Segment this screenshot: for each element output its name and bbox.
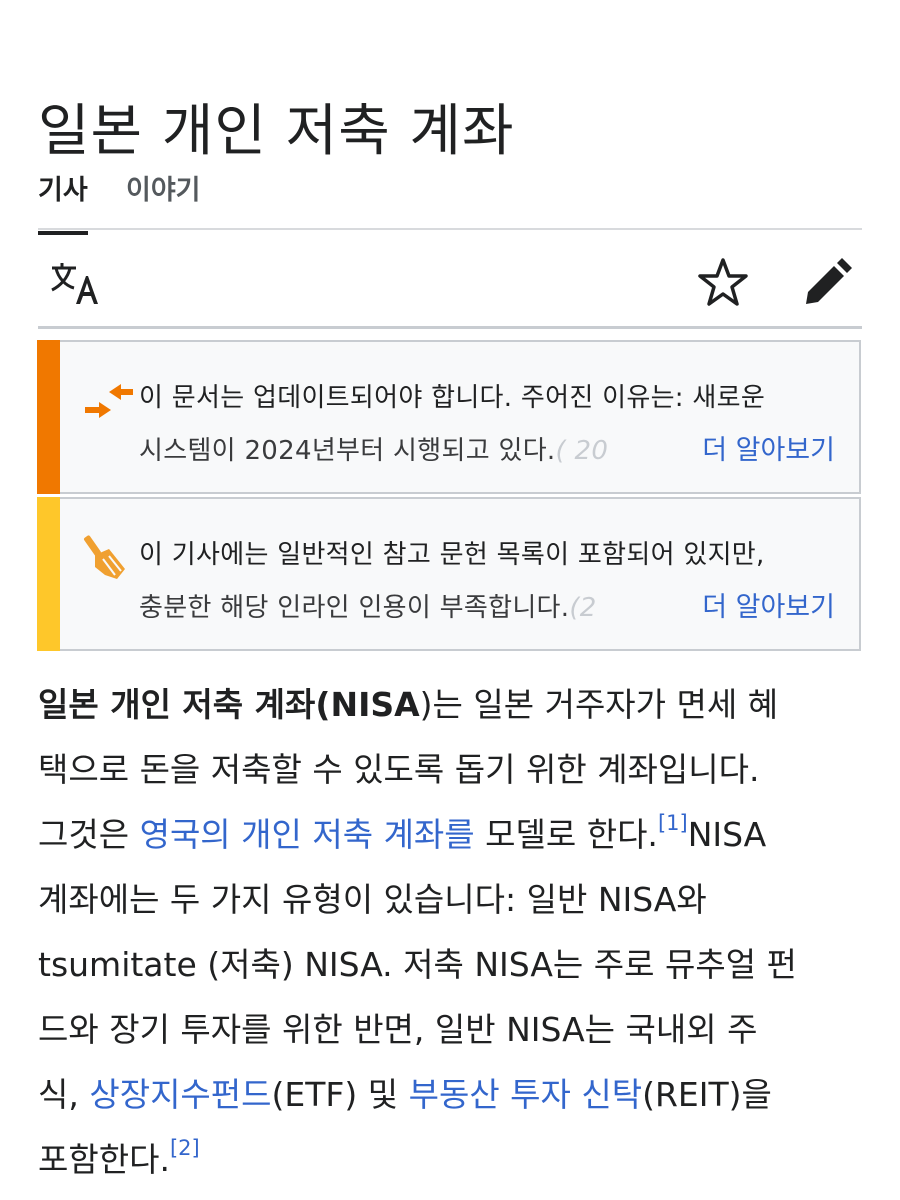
notice-text-line1: 이 기사에는 일반적인 참고 문헌 목록이 포함되어 있지만,: [139, 540, 765, 570]
star-icon[interactable]: [696, 256, 750, 310]
pencil-icon[interactable]: [802, 258, 852, 308]
paragraph-line: 식, 상장지수펀드(ETF) 및 부동산 투자 신탁(REIT)을: [38, 1075, 772, 1114]
notice-text-line2: 시스템이 2024년부터 시행되고 있다.( 20: [139, 436, 609, 466]
reit-link[interactable]: 부동산 투자 신탁: [409, 1075, 643, 1114]
bold-abbr: NISA: [330, 685, 420, 724]
translate-icon[interactable]: [48, 260, 100, 308]
bold-term: 일본 개인 저축 계좌: [38, 685, 316, 724]
page-title: 일본 개인 저축 계좌: [38, 98, 515, 164]
learn-more-link[interactable]: 더 알아보기: [686, 428, 835, 467]
paragraph-line: 그것은 영국의 개인 저축 계좌를 모델로 한다.[1]NISA: [38, 811, 767, 855]
namespace-tabs: 기사 이야기: [38, 162, 862, 235]
bold-paren: (: [315, 685, 331, 724]
update-notice[interactable]: 이 문서는 업데이트되어야 합니다. 주어진 이유는: 새로운 시스템이 202…: [37, 340, 861, 494]
broom-icon: [81, 529, 135, 585]
paragraph-line: 일본 개인 저축 계좌(NISA)는 일본 거주자가 면세 혜: [38, 685, 779, 724]
tab-article[interactable]: 기사: [38, 168, 88, 235]
learn-more-link[interactable]: 더 알아보기: [686, 585, 835, 624]
isa-link[interactable]: 영국의 개인 저축 계좌를: [140, 815, 475, 854]
reference-2[interactable]: [2]: [170, 1136, 200, 1160]
reference-1[interactable]: [1]: [658, 811, 688, 835]
etf-link[interactable]: 상장지수펀드: [89, 1075, 271, 1114]
paragraph-line: tsumitate (저축) NISA. 저축 NISA는 주로 뮤추얼 펀: [38, 945, 797, 984]
references-notice[interactable]: 이 기사에는 일반적인 참고 문헌 목록이 포함되어 있지만, 충분한 해당 인…: [37, 497, 861, 651]
notice-text-line1: 이 문서는 업데이트되어야 합니다. 주어진 이유는: 새로운: [139, 383, 766, 413]
paragraph-line: 계좌에는 두 가지 유형이 있습니다: 일반 NISA와: [38, 880, 707, 919]
page-actions-toolbar: [38, 246, 862, 329]
article-body: 일본 개인 저축 계좌(NISA)는 일본 거주자가 면세 혜 택으로 돈을 저…: [38, 672, 868, 1192]
notice-accent-bar: [37, 340, 60, 494]
tab-talk[interactable]: 이야기: [126, 168, 201, 207]
update-arrows-icon: [81, 372, 135, 428]
paragraph-line: 드와 장기 투자를 위한 반면, 일반 NISA는 국내외 주: [38, 1010, 758, 1049]
notice-accent-bar: [37, 497, 60, 651]
paragraph-line: 포함한다.[2]: [38, 1136, 200, 1180]
notice-text-line2: 충분한 해당 인라인 인용이 부족합니다.(2: [139, 593, 597, 623]
paragraph-line: 택으로 돈을 저축할 수 있도록 돕기 위한 계좌입니다.: [38, 750, 760, 789]
